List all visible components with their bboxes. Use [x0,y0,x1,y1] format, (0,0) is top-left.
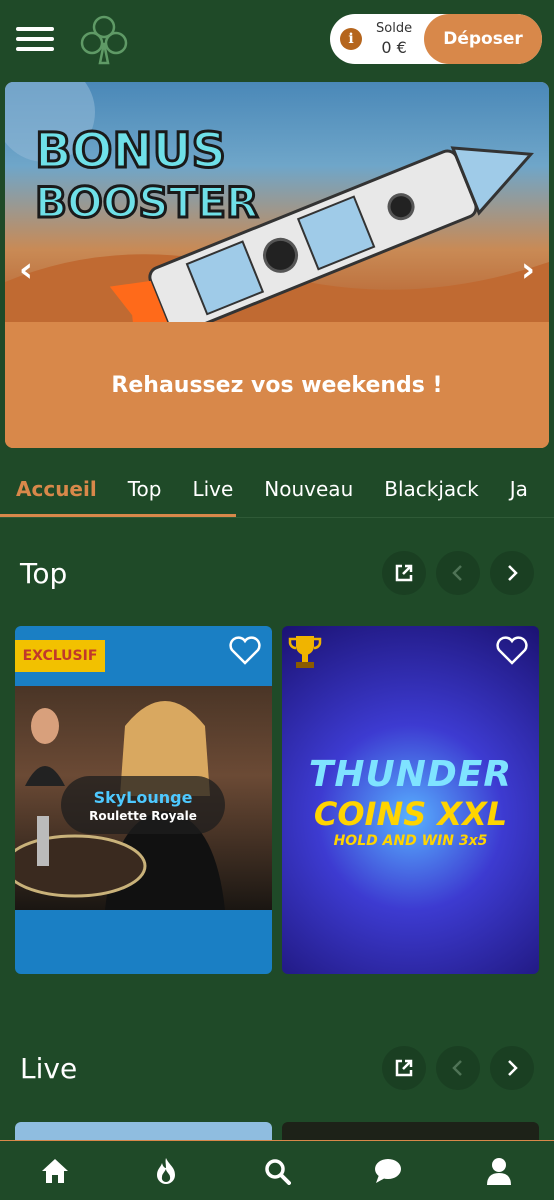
game-card-peek[interactable] [15,1122,272,1142]
category-tabs: Accueil Top Live Nouveau Blackjack Ja [0,460,554,518]
trophy-icon [288,636,322,668]
section-title: Live [20,1051,78,1085]
chevron-left-icon[interactable] [436,1046,480,1090]
section-title: Top [20,556,68,590]
home-icon[interactable] [39,1155,71,1187]
tab-ja[interactable]: Ja [510,477,528,501]
svg-text:BONUS: BONUS [35,123,226,179]
clover-logo[interactable] [80,13,128,65]
deposit-button[interactable]: Déposer [424,14,542,64]
heart-icon[interactable] [228,636,262,666]
banner-image: BONUS BOOSTER [5,82,549,352]
external-link-icon[interactable] [382,1046,426,1090]
chevron-right-icon[interactable] [490,1046,534,1090]
promo-banner[interactable]: BONUS BOOSTER ‹ › Rehaussez vos weekends… [5,82,549,448]
heart-icon[interactable] [495,636,529,666]
external-link-icon[interactable] [382,551,426,595]
bottom-nav [0,1140,554,1200]
balance: Solde 0 € [376,21,412,57]
flame-icon[interactable] [150,1155,182,1187]
game-subtitle: Roulette Royale [89,808,197,823]
tab-accueil[interactable]: Accueil [16,477,97,501]
game-title-line1: THUNDER [308,754,513,795]
banner-caption: Rehaussez vos weekends ! [5,322,549,448]
game-title-line3: HOLD AND WIN 3x5 [333,833,488,849]
user-icon[interactable] [483,1155,515,1187]
banner-next-button[interactable]: › [521,250,535,290]
balance-pill: i Solde 0 € Déposer [330,14,542,64]
exclusive-badge: EXCLUSIF [15,640,105,672]
game-logo: THUNDER COINS XXL HOLD AND WIN 3x5 [282,754,539,849]
section-top-header: Top [20,549,534,597]
game-title-overlay: SkyLounge Roulette Royale [61,776,225,834]
tab-nouveau[interactable]: Nouveau [264,477,353,501]
tab-live[interactable]: Live [192,477,233,501]
game-card-thunder-coins[interactable]: THUNDER COINS XXL HOLD AND WIN 3x5 [282,626,539,974]
chat-icon[interactable] [372,1155,404,1187]
tab-top[interactable]: Top [128,477,162,501]
active-tab-indicator [0,514,236,517]
svg-text:BOOSTER: BOOSTER [35,178,258,227]
banner-prev-button[interactable]: ‹ [19,250,33,290]
game-card-roulette[interactable]: EXCLUSIF SkyLounge Roulette Royale [15,626,272,974]
balance-label: Solde [376,21,413,36]
chevron-left-icon[interactable] [436,551,480,595]
game-card-peek[interactable] [282,1122,539,1142]
chevron-right-icon[interactable] [490,551,534,595]
game-title-line2: COINS XXL [313,795,508,833]
info-icon[interactable]: i [340,28,362,50]
game-brand: SkyLounge [93,787,193,807]
menu-icon[interactable] [16,23,54,55]
tab-blackjack[interactable]: Blackjack [384,477,479,501]
search-icon[interactable] [261,1155,293,1187]
top-header: i Solde 0 € Déposer [0,0,554,78]
section-live-header: Live [20,1044,534,1092]
balance-value: 0 € [381,38,407,57]
